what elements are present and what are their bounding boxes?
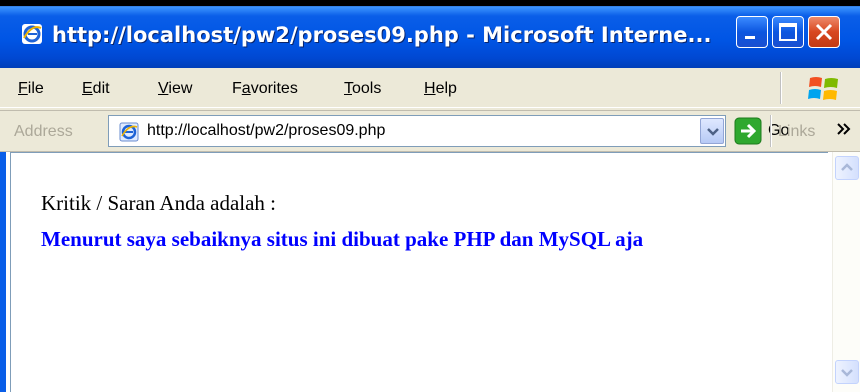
close-icon [815, 23, 833, 41]
menu-tools-rest: ools [352, 80, 382, 97]
feedback-message: Menurut saya sebaiknya situs ini dibuat … [41, 227, 644, 251]
maximize-icon [779, 23, 797, 41]
address-input[interactable] [147, 116, 687, 146]
page-content: Kritik / Saran Anda adalah : Menurut say… [10, 152, 828, 392]
menu-bar: File Edit View Favorites Tools Help [0, 68, 860, 108]
menu-help-accel: H [424, 80, 436, 97]
menu-help-rest: elp [435, 80, 457, 97]
title-bar-edge [0, 0, 860, 6]
minimize-icon [745, 36, 755, 39]
address-label: Address [14, 123, 73, 140]
chevron-down-icon [841, 369, 853, 377]
maximize-button[interactable] [772, 16, 804, 48]
title-bar[interactable]: http://localhost/pw2/proses09.php - Micr… [0, 0, 860, 68]
ie-page-icon [119, 122, 139, 142]
menu-file[interactable]: File [18, 78, 44, 100]
ie-icon [22, 24, 42, 44]
menu-view[interactable]: View [158, 78, 192, 100]
menu-file-rest: ile [27, 80, 44, 97]
window-title: http://localhost/pw2/proses09.php - Micr… [52, 23, 712, 47]
chevron-right-double-icon[interactable] [834, 119, 854, 139]
address-dropdown-button[interactable] [700, 118, 724, 144]
menu-tools-accel: T [344, 80, 352, 97]
windows-logo-icon [808, 77, 838, 100]
scroll-down-button[interactable] [835, 360, 859, 384]
menu-view-rest: iew [168, 80, 193, 97]
chevron-up-icon [841, 163, 853, 171]
menu-tools[interactable]: Tools [344, 78, 381, 100]
links-label[interactable]: Links [778, 121, 815, 143]
menu-help[interactable]: Help [424, 78, 457, 100]
feedback-label: Kritik / Saran Anda adalah : [41, 191, 277, 215]
menu-edit-accel: E [82, 80, 93, 97]
menu-edit-rest: dit [92, 80, 110, 97]
chevron-down-icon [707, 128, 719, 136]
close-button[interactable] [808, 16, 840, 48]
vertical-scrollbar[interactable] [832, 152, 860, 392]
go-arrow-icon [734, 117, 762, 145]
address-field[interactable] [108, 115, 726, 147]
menu-favorites[interactable]: Favorites [232, 78, 298, 100]
menu-edit[interactable]: Edit [82, 78, 110, 100]
menu-favorites-accel: a [241, 80, 251, 97]
menu-bar-divider [780, 72, 782, 104]
browser-window: http://localhost/pw2/proses09.php - Micr… [0, 0, 860, 392]
menu-favorites-rest: vorites [250, 80, 298, 97]
menu-favorites-pre: F [232, 80, 242, 97]
menu-view-accel: V [158, 80, 169, 97]
menu-file-accel: F [18, 80, 28, 97]
page-content-frame: Kritik / Saran Anda adalah : Menurut say… [0, 152, 860, 392]
address-bar: Address Go Links [0, 110, 860, 152]
links-divider [770, 115, 772, 147]
scroll-up-button[interactable] [835, 156, 859, 180]
minimize-button[interactable] [736, 16, 768, 48]
